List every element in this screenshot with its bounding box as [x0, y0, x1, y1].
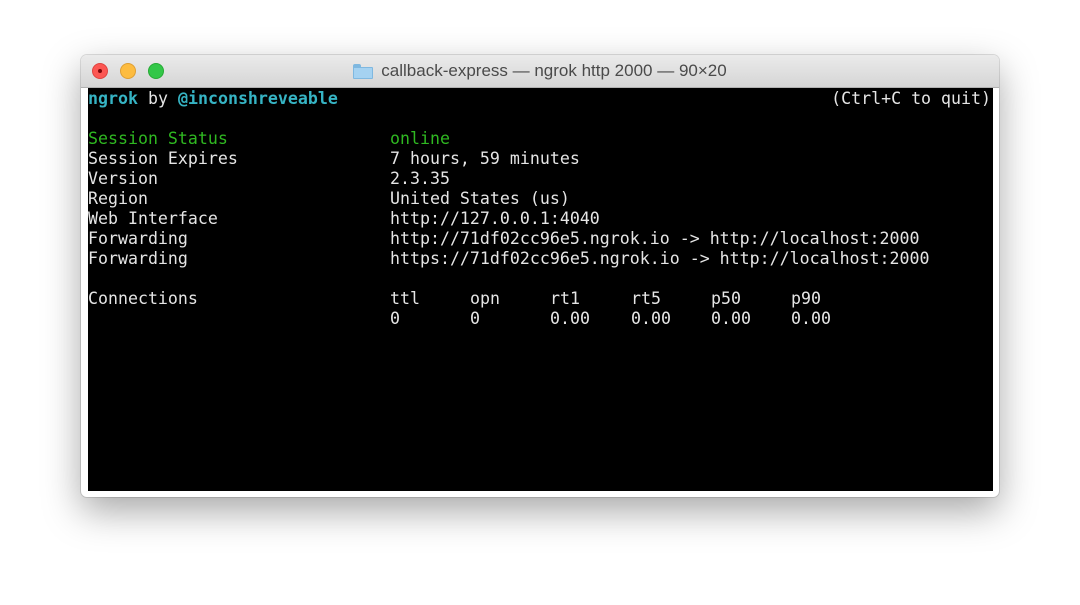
terminal-window: callback-express — ngrok http 2000 — 90×… — [81, 55, 999, 497]
connections-header-row: Connections ttl opn rt1 rt5 p50 p90 — [88, 289, 821, 309]
status-row-web-interface: Web Interface http://127.0.0.1:4040 — [88, 209, 600, 229]
connections-column-header: ttl — [390, 289, 420, 308]
connections-values-row: 0 0 0.00 0.00 0.00 0.00 — [88, 309, 831, 329]
status-value: 2.3.35 — [390, 169, 450, 188]
folder-icon — [353, 64, 374, 79]
forwarding-http-url[interactable]: http://71df02cc96e5.ngrok.io -> http://l… — [390, 229, 920, 249]
terminal-screen[interactable]: ngrok by @inconshreveable (Ctrl+C to qui… — [88, 88, 993, 491]
status-label: Version — [88, 169, 158, 188]
connections-value: 0.00 — [631, 309, 671, 328]
status-row-forwarding-http: Forwarding http://71df02cc96e5.ngrok.io … — [88, 229, 920, 249]
title-bar[interactable]: callback-express — ngrok http 2000 — 90×… — [81, 55, 999, 88]
quit-hint: (Ctrl+C to quit) — [831, 89, 991, 108]
connections-column-header: rt5 — [631, 289, 661, 308]
status-row-session-status: Session Status online — [88, 129, 450, 149]
status-row-region: Region United States (us) — [88, 189, 570, 209]
status-label: Session Expires — [88, 149, 238, 168]
status-label: Web Interface — [88, 209, 218, 228]
status-label: Session Status — [88, 129, 228, 148]
by-text: by — [148, 89, 168, 108]
connections-column-header: rt1 — [550, 289, 580, 308]
connections-value: 0 — [470, 309, 480, 328]
forwarding-https-url[interactable]: https://71df02cc96e5.ngrok.io -> http://… — [390, 249, 929, 269]
connections-value: 0.00 — [550, 309, 590, 328]
connections-value: 0 — [390, 309, 400, 328]
status-row-version: Version 2.3.35 — [88, 169, 450, 189]
status-value: 7 hours, 59 minutes — [390, 149, 580, 168]
status-label: Forwarding — [88, 249, 188, 268]
window-title-area: callback-express — ngrok http 2000 — 90×… — [81, 55, 999, 87]
author-handle: @inconshreveable — [178, 89, 338, 108]
header-line: ngrok by @inconshreveable (Ctrl+C to qui… — [88, 89, 993, 109]
app-name: ngrok — [88, 89, 138, 108]
web-interface-link[interactable]: http://127.0.0.1:4040 — [390, 209, 600, 229]
status-row-session-expires: Session Expires 7 hours, 59 minutes — [88, 149, 580, 169]
connections-column-header: opn — [470, 289, 500, 308]
connections-value: 0.00 — [711, 309, 751, 328]
status-value: United States (us) — [390, 189, 570, 208]
status-value: online — [390, 129, 450, 148]
connections-column-header: p50 — [711, 289, 741, 308]
status-label: Region — [88, 189, 148, 208]
window-title: callback-express — ngrok http 2000 — 90×… — [381, 61, 727, 80]
status-label: Forwarding — [88, 229, 188, 248]
status-row-forwarding-https: Forwarding https://71df02cc96e5.ngrok.io… — [88, 249, 929, 269]
connections-value: 0.00 — [791, 309, 831, 328]
connections-label: Connections — [88, 289, 198, 308]
connections-column-header: p90 — [791, 289, 821, 308]
